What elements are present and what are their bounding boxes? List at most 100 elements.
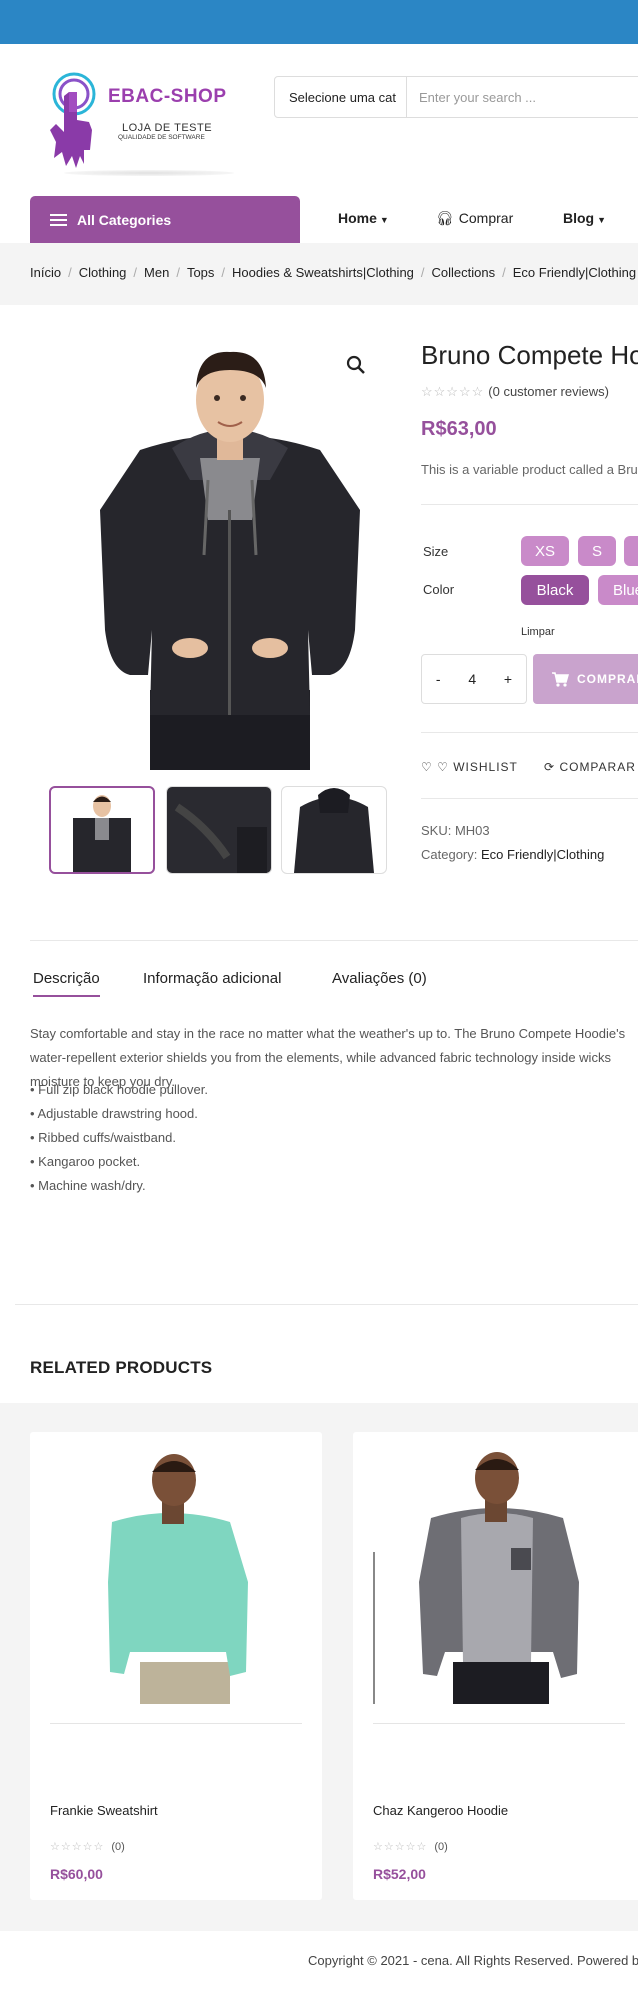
top-bar xyxy=(0,0,638,44)
category-line: Category: Eco Friendly|Clothing xyxy=(421,847,604,862)
brand-tagline: LOJA DE TESTE xyxy=(122,122,213,134)
divider xyxy=(50,1723,302,1724)
divider xyxy=(421,798,638,799)
breadcrumb-separator: / xyxy=(176,265,180,280)
color-option-black[interactable]: Black xyxy=(521,575,589,605)
product-card-name[interactable]: Frankie Sweatshirt xyxy=(50,1803,158,1818)
divider xyxy=(15,1304,638,1305)
search-input[interactable] xyxy=(406,77,638,117)
site-logo[interactable]: EBAC-SHOP LOJA DE TESTE QUALIDADE DE SOF… xyxy=(44,72,234,182)
list-item: • Kangaroo pocket. xyxy=(30,1154,141,1169)
breadcrumb-link[interactable]: Eco Friendly|Clothing xyxy=(513,265,636,280)
size-option-m[interactable]: M xyxy=(624,536,638,566)
quantity-stepper: - 4 + xyxy=(421,654,527,704)
breadcrumb-separator: / xyxy=(502,265,506,280)
headset-icon: 🎧︎ xyxy=(436,210,454,226)
product-card-rating: ☆☆☆☆☆ (0) xyxy=(373,1840,448,1853)
brand-subtagline: QUALIDADE DE SOFTWARE xyxy=(118,134,205,141)
related-products-title: RELATED PRODUCTS xyxy=(30,1358,213,1377)
hamburger-icon xyxy=(50,213,67,226)
divider xyxy=(373,1723,625,1724)
size-option-xs[interactable]: XS xyxy=(521,536,569,566)
nav-item-home[interactable]: Home ▼ xyxy=(338,210,389,226)
divider xyxy=(421,504,638,505)
product-card-rating: ☆☆☆☆☆ (0) xyxy=(50,1840,125,1853)
color-option-blue[interactable]: Blue xyxy=(598,575,638,605)
description-list: • Full zip black hoodie pullover. • Adju… xyxy=(30,1078,208,1198)
size-label: Size xyxy=(423,544,449,559)
clear-selection-link[interactable]: Limpar xyxy=(521,626,555,638)
add-to-cart-label: COMPRAR xyxy=(577,672,638,686)
sku-label: SKU: xyxy=(421,823,452,838)
heart-icon: ♡ xyxy=(437,760,449,774)
copyright-text: Copyright © 2021 - cena. All Rights Rese… xyxy=(308,1953,638,1968)
product-card-review-count: (0) xyxy=(111,1841,125,1853)
add-to-cart-button[interactable]: COMPRAR xyxy=(533,654,638,704)
product-thumbnail[interactable] xyxy=(281,786,387,874)
breadcrumb-separator: / xyxy=(420,265,425,280)
color-label: Color xyxy=(423,582,455,597)
size-option-s[interactable]: S xyxy=(578,536,616,566)
breadcrumb-link[interactable]: Tops xyxy=(187,265,214,280)
list-item: • Full zip black hoodie pullover. xyxy=(30,1082,208,1097)
breadcrumb-separator: / xyxy=(221,265,226,280)
all-categories-button[interactable]: All Categories xyxy=(30,196,300,243)
zoom-icon[interactable] xyxy=(346,355,368,377)
breadcrumb-link[interactable]: Collections xyxy=(432,265,496,280)
product-thumbnail[interactable] xyxy=(49,786,155,874)
breadcrumb-separator: / xyxy=(68,265,72,280)
search-category-select[interactable]: Selecione uma cat xyxy=(275,77,407,117)
cart-icon xyxy=(552,672,569,687)
divider xyxy=(30,940,638,941)
product-card[interactable]: Chaz Kangeroo Hoodie ☆☆☆☆☆ (0) R$52,00 xyxy=(353,1432,638,1900)
review-count: (0 customer reviews) xyxy=(488,384,609,399)
category-link[interactable]: Eco Friendly|Clothing xyxy=(481,847,604,862)
breadcrumb-bar: Início / Clothing / Men / Tops / Hoodies & Sweat… xyxy=(0,243,638,305)
product-actions: ♡ ♡ WISHLIST ⟳ COMPARAR xyxy=(421,760,636,774)
product-title: Bruno Compete Hoodie xyxy=(421,340,638,370)
breadcrumb-link[interactable]: Clothing xyxy=(79,265,127,280)
product-card-image[interactable] xyxy=(373,1452,625,1704)
tab-descricao[interactable]: Descrição xyxy=(33,970,100,997)
main-nav: All Categories Home ▼ 🎧︎ Comprar Blog ▼ xyxy=(0,196,638,243)
product-thumbnail[interactable] xyxy=(166,786,272,874)
star-rating-icon: ☆☆☆☆☆ xyxy=(373,1841,428,1853)
nav-item-label: Blog xyxy=(563,210,595,226)
quantity-decrease-button[interactable]: - xyxy=(436,671,441,687)
wishlist-label: WISHLIST xyxy=(453,760,518,774)
product-rating[interactable]: ☆☆☆☆☆ (0 customer reviews) xyxy=(421,384,609,400)
nav-item-comprar[interactable]: 🎧︎ Comprar xyxy=(436,210,513,227)
heart-icon: ♡ xyxy=(421,760,433,774)
compare-label: COMPARAR xyxy=(559,760,636,774)
all-categories-label: All Categories xyxy=(77,211,172,228)
hand-pointer-logo-icon xyxy=(50,72,96,168)
category-label: Category: xyxy=(421,847,478,862)
product-card-price: R$52,00 xyxy=(373,1866,426,1882)
star-rating-icon: ☆☆☆☆☆ xyxy=(421,384,485,399)
breadcrumb-link[interactable]: Men xyxy=(144,265,169,280)
tab-avaliacoes[interactable]: Avaliações (0) xyxy=(332,970,427,987)
wishlist-button[interactable]: ♡ ♡ WISHLIST xyxy=(421,760,518,774)
quantity-increase-button[interactable]: + xyxy=(504,671,512,687)
product-card-image[interactable] xyxy=(50,1452,302,1704)
nav-item-blog[interactable]: Blog ▼ xyxy=(563,210,606,226)
nav-item-label: Home xyxy=(338,210,377,226)
footer: Copyright © 2021 - cena. All Rights Rese… xyxy=(0,1931,638,2008)
product-card-name[interactable]: Chaz Kangeroo Hoodie xyxy=(373,1803,508,1818)
quantity-input[interactable]: 4 xyxy=(468,671,476,687)
star-rating-icon: ☆☆☆☆☆ xyxy=(50,1841,105,1853)
caret-down-icon: ▼ xyxy=(597,215,607,225)
compare-button[interactable]: ⟳ COMPARAR xyxy=(544,760,636,774)
product-card[interactable]: Frankie Sweatshirt ☆☆☆☆☆ (0) R$60,00 xyxy=(30,1432,322,1900)
product-card-review-count: (0) xyxy=(434,1841,448,1853)
breadcrumb-link[interactable]: Hoodies & Sweatshirts|Clothing xyxy=(232,265,414,280)
breadcrumb-separator: / xyxy=(133,265,138,280)
brand-name: EBAC-SHOP xyxy=(108,86,227,107)
divider xyxy=(421,732,638,733)
breadcrumb: Início / Clothing / Men / Tops / Hoodies & Sweat… xyxy=(30,265,636,280)
breadcrumb-link[interactable]: Início xyxy=(30,265,61,280)
tab-informacao-adicional[interactable]: Informação adicional xyxy=(143,970,281,987)
product-main-image[interactable] xyxy=(80,330,380,770)
product-short-description: This is a variable product called a Brun… xyxy=(421,462,638,477)
page: EBAC-SHOP LOJA DE TESTE QUALIDADE DE SOF… xyxy=(0,0,638,2008)
